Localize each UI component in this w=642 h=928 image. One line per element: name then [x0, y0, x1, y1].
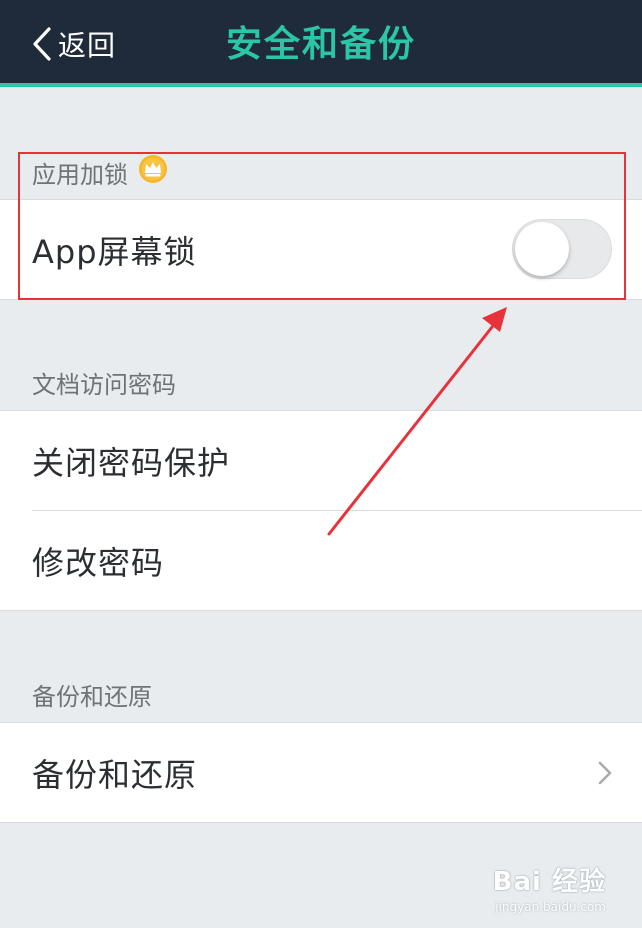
group-doc-password: 关闭密码保护 修改密码 [0, 410, 642, 611]
watermark-logo: Bai 经验 [493, 861, 606, 898]
row-label: 修改密码 [32, 543, 165, 582]
row-backup-restore[interactable]: 备份和还原 [0, 723, 642, 822]
group-backup: 备份和还原 [0, 722, 642, 823]
app-screen-lock-toggle[interactable] [512, 219, 612, 279]
row-app-screen-lock: App屏幕锁 [0, 200, 642, 299]
row-label: 备份和还原 [32, 755, 198, 794]
section-header-label: 文档访问密码 [32, 371, 176, 399]
crown-icon [138, 154, 168, 190]
row-label: 关闭密码保护 [32, 443, 231, 482]
watermark-url: jingyan.baidu.com [495, 900, 606, 914]
row-label: App屏幕锁 [32, 232, 197, 271]
row-disable-password[interactable]: 关闭密码保护 [0, 411, 642, 510]
section-header-doc-password: 文档访问密码 [32, 365, 176, 400]
nav-bar: 返回 安全和备份 [0, 0, 642, 87]
section-header-label: 备份和还原 [32, 683, 152, 711]
baidu-jingyan-watermark: Bai 经验 jingyan.baidu.com [493, 861, 606, 914]
row-change-password[interactable]: 修改密码 [0, 511, 642, 610]
page-title: 安全和备份 [225, 24, 416, 65]
section-header-backup: 备份和还原 [32, 677, 152, 712]
group-app-lock: App屏幕锁 [0, 199, 642, 300]
section-header-app-lock: 应用加锁 [32, 154, 168, 190]
chevron-right-icon [598, 761, 612, 785]
toggle-knob [515, 222, 569, 276]
section-header-label: 应用加锁 [32, 160, 128, 189]
watermark-logo-text: Bai 经验 [492, 867, 606, 897]
